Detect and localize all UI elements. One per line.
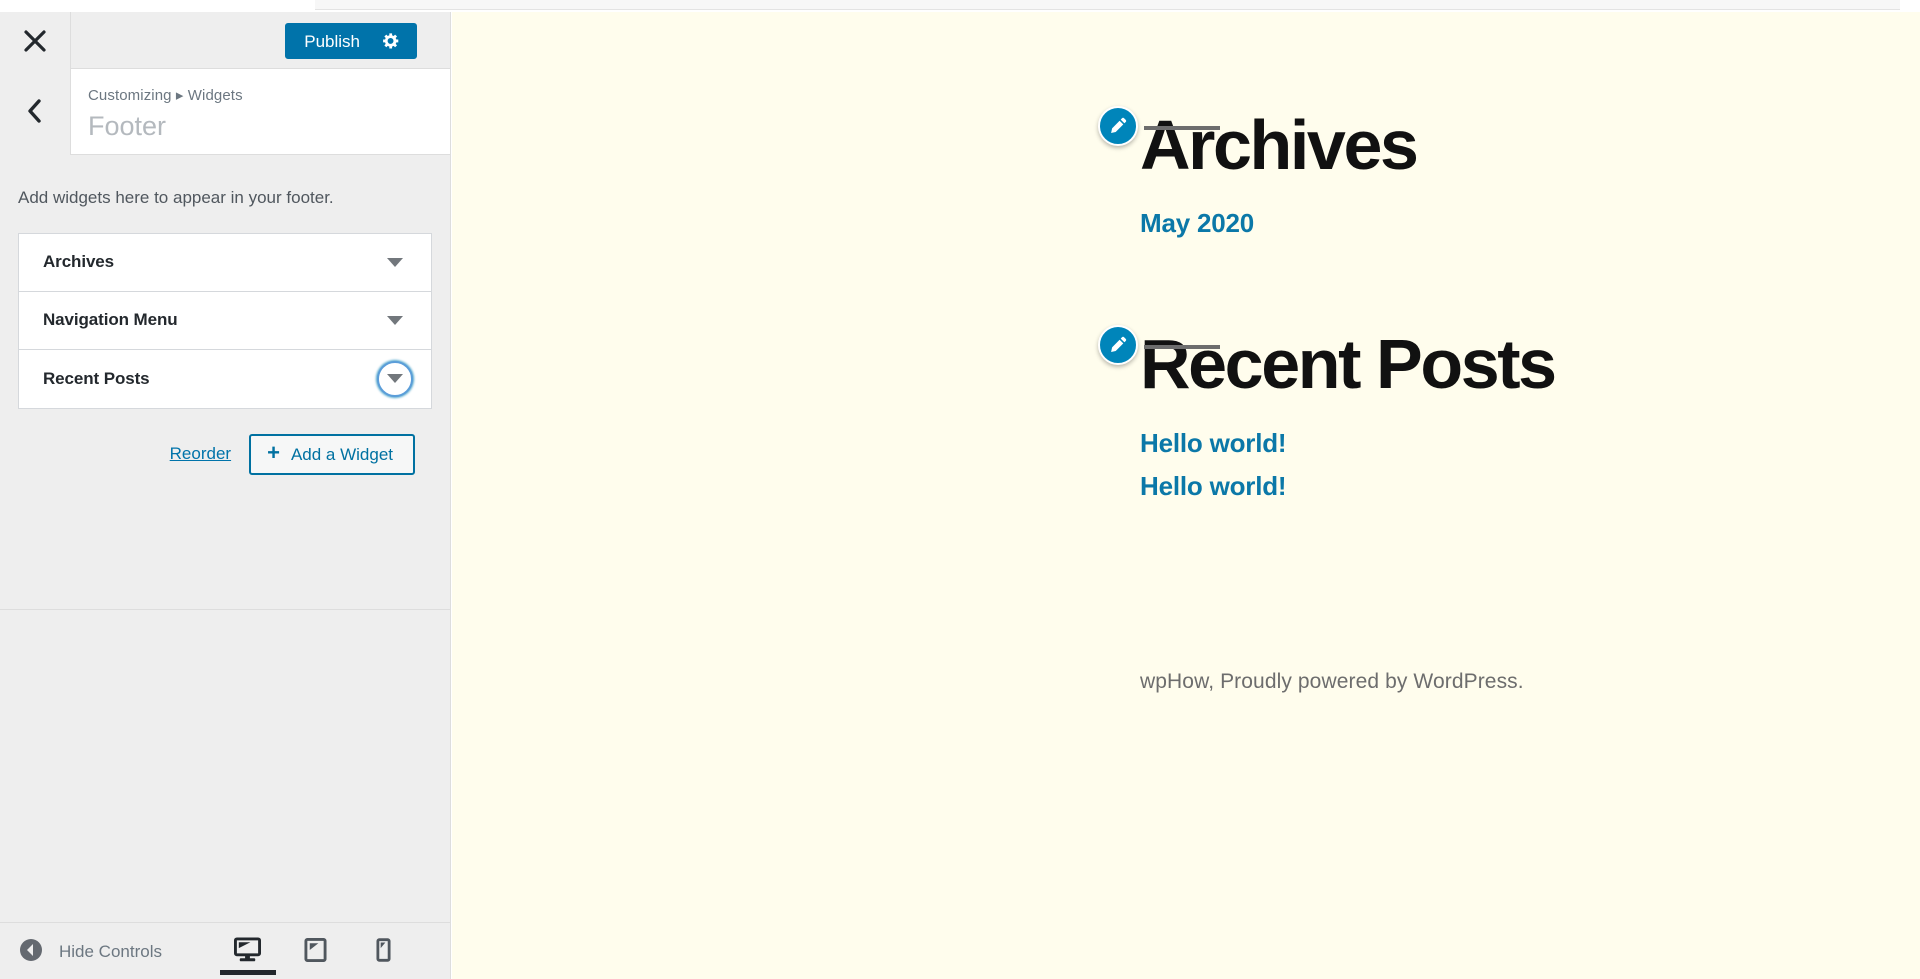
recent-posts-link-list: Hello world! Hello world! (1140, 428, 1920, 502)
close-icon (22, 28, 48, 54)
publish-button[interactable]: Publish (285, 23, 417, 59)
customizer-footer-bar: Hide Controls (0, 924, 450, 979)
publish-group: Publish (285, 23, 417, 59)
preview-content: Archives May 2020 Recent Posts Hello wor… (452, 12, 1920, 694)
site-preview-pane[interactable]: Archives May 2020 Recent Posts Hello wor… (452, 12, 1920, 979)
panel-titles: Customizing ▸ Widgets Footer (88, 85, 243, 144)
widget-list: Archives Navigation Menu Recent Posts (18, 232, 432, 409)
publish-button-label: Publish (304, 31, 360, 51)
chevron-down-icon (387, 257, 403, 267)
preview-widget-recent-posts: Recent Posts Hello world! Hello world! (452, 325, 1920, 501)
device-preview-desktop[interactable] (219, 924, 276, 979)
close-customizer-button[interactable] (0, 12, 71, 69)
browser-top-strip-inner (315, 0, 1900, 10)
widget-heading: Recent Posts (1140, 325, 1557, 404)
hide-controls-button[interactable]: Hide Controls (19, 938, 162, 965)
pencil-edit-icon[interactable] (1098, 325, 1138, 366)
site-credit: wpHow, Proudly powered by WordPress. (1140, 669, 1524, 693)
widgets-section: Add widgets here to appear in your foote… (0, 155, 450, 610)
page-title: Footer (88, 111, 167, 141)
pencil-edit-icon[interactable] (1098, 106, 1138, 146)
add-widget-label: Add a Widget (290, 444, 393, 464)
widget-expand-toggle-recent-posts[interactable] (377, 360, 413, 397)
device-preview-group (219, 924, 403, 979)
preview-widget-archives: Archives May 2020 (452, 106, 1920, 239)
list-item: May 2020 (1140, 208, 1920, 239)
chevron-left-icon (24, 97, 46, 128)
widget-item-label: Archives (43, 252, 115, 271)
mobile-icon (376, 937, 391, 966)
panel-back-button[interactable] (0, 69, 71, 155)
widget-item-label: Navigation Menu (43, 310, 178, 329)
widget-heading: Archives (1140, 106, 1419, 184)
chevron-down-icon (387, 315, 403, 325)
device-preview-tablet[interactable] (296, 924, 335, 979)
widget-actions: Reorder + Add a Widget (18, 433, 432, 475)
hide-controls-label: Hide Controls (59, 941, 162, 961)
chevron-down-icon (387, 374, 403, 383)
widget-title-rule (1144, 345, 1220, 350)
device-preview-mobile[interactable] (364, 924, 403, 979)
panel-title-bar: Customizing ▸ Widgets Footer (0, 69, 450, 155)
widget-title-rule (1144, 126, 1220, 130)
widget-item-archives[interactable]: Archives (19, 233, 431, 292)
customizer-header: Publish (0, 12, 450, 69)
gear-icon[interactable] (382, 32, 400, 50)
archive-link[interactable]: May 2020 (1140, 208, 1254, 238)
breadcrumb: Customizing ▸ Widgets (88, 87, 243, 104)
archives-link-list: May 2020 (1140, 208, 1920, 239)
list-item: Hello world! (1140, 428, 1920, 459)
plus-icon: + (267, 440, 280, 465)
widget-item-recent-posts[interactable]: Recent Posts (19, 349, 431, 408)
tablet-icon (304, 937, 327, 966)
collapse-left-icon (19, 938, 43, 965)
browser-top-strip (0, 0, 1920, 12)
list-item: Hello world! (1140, 471, 1920, 502)
recent-post-link[interactable]: Hello world! (1140, 428, 1287, 458)
add-widget-button[interactable]: + Add a Widget (249, 433, 415, 475)
desktop-icon (234, 937, 261, 966)
widget-expand-toggle-navigation-menu[interactable] (377, 302, 413, 338)
reorder-button[interactable]: Reorder (168, 440, 233, 468)
active-device-underline (219, 970, 276, 975)
widget-expand-toggle-archives[interactable] (377, 244, 413, 280)
customizer-screen: Publish Customizing ▸ Widgets Footer Add… (0, 0, 1920, 979)
recent-post-link[interactable]: Hello world! (1140, 471, 1287, 501)
widget-item-label: Recent Posts (43, 368, 150, 388)
sidebar-empty-area (0, 610, 450, 923)
customizer-sidebar: Publish Customizing ▸ Widgets Footer Add… (0, 12, 451, 979)
widget-item-navigation-menu[interactable]: Navigation Menu (19, 291, 431, 350)
widgets-description: Add widgets here to appear in your foote… (18, 188, 334, 207)
